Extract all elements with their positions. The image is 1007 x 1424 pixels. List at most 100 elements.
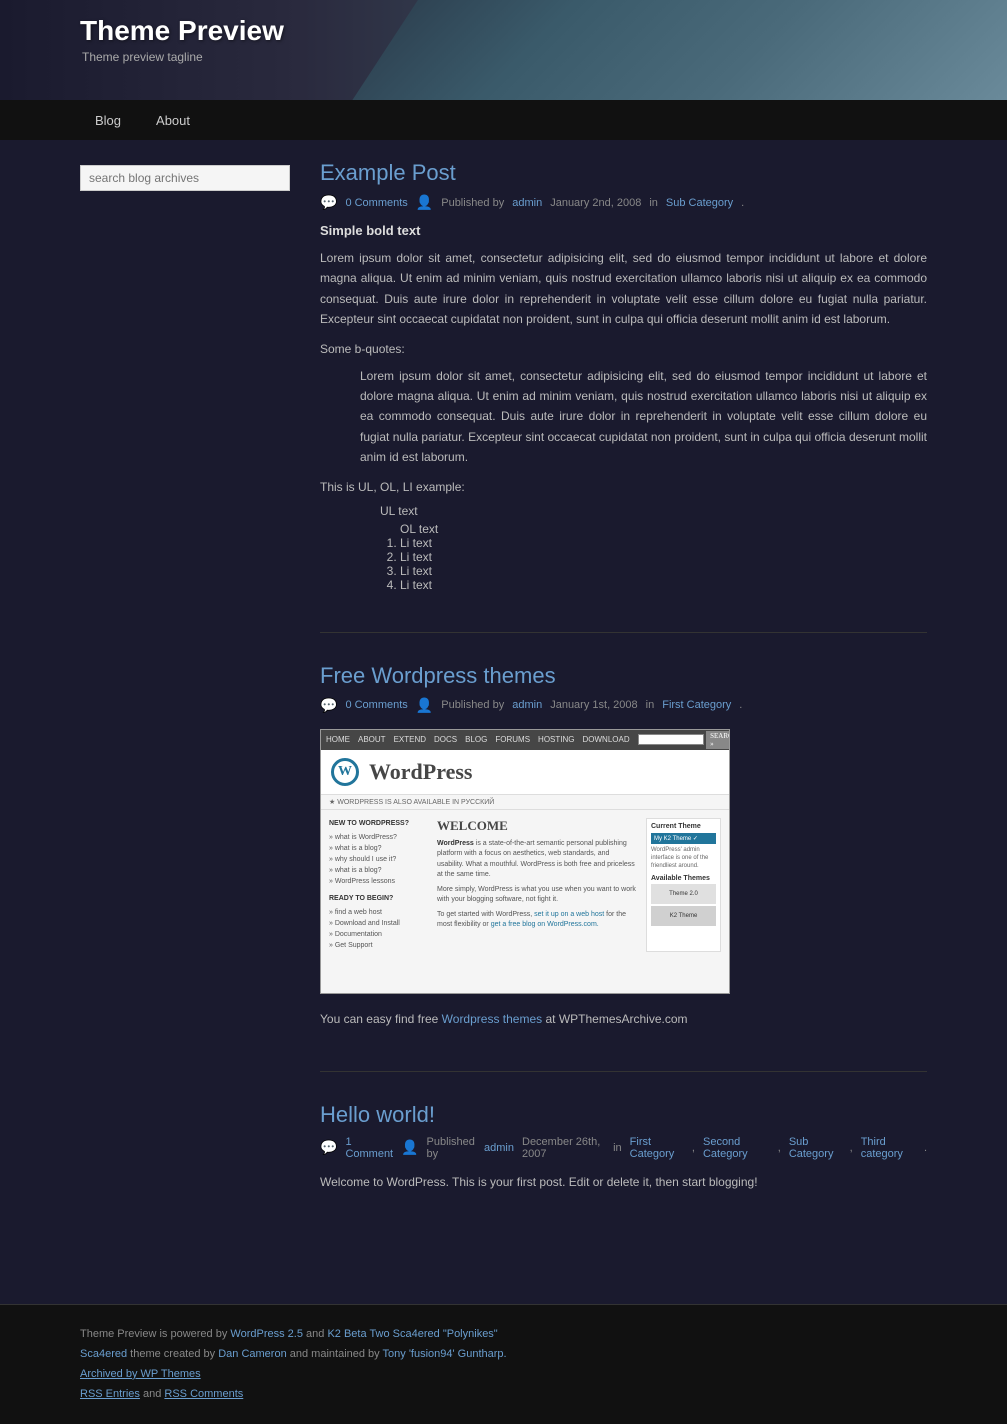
comments-link[interactable]: 0 Comments bbox=[345, 197, 407, 209]
footer-and-text: and bbox=[143, 1388, 161, 1400]
comment-icon-3: 💬 bbox=[320, 1139, 337, 1156]
wp-center-col: WELCOME WordPress is a state-of-the-art … bbox=[437, 818, 638, 952]
footer-author1-link[interactable]: Dan Cameron bbox=[218, 1348, 286, 1360]
body-prefix: You can easy find free bbox=[320, 1012, 438, 1026]
wp-notice: ★ WORDPRESS IS ALSO AVAILABLE IN РУССКИЙ bbox=[321, 795, 729, 810]
site-title: Theme Preview bbox=[80, 15, 284, 47]
wp-nav-extend: EXTEND bbox=[394, 735, 426, 744]
footer-sca4ered-link[interactable]: Sca4ered bbox=[80, 1348, 127, 1360]
category-link-3b[interactable]: Second Category bbox=[703, 1136, 770, 1160]
wp-nav-about: ABOUT bbox=[358, 735, 386, 744]
post-meta-example: 💬 0 Comments 👤 Published by admin Januar… bbox=[320, 194, 927, 211]
list-item: Li text bbox=[400, 564, 927, 578]
main-content: Example Post 💬 0 Comments 👤 Published by… bbox=[320, 160, 927, 1264]
header-background bbox=[352, 0, 1007, 100]
footer-maintained-by: and maintained by bbox=[290, 1348, 380, 1360]
footer-theme-link[interactable]: K2 Beta Two Sca4ered "Polynikes" bbox=[327, 1328, 497, 1340]
published-by-label-2: Published by bbox=[441, 699, 504, 711]
ol-text: OL text bbox=[400, 522, 927, 536]
list-label: This is UL, OL, LI example: bbox=[320, 480, 927, 494]
post-body: Lorem ipsum dolor sit amet, consectetur … bbox=[320, 248, 927, 330]
category-link-3a[interactable]: First Category bbox=[630, 1136, 684, 1160]
list-item: Li text bbox=[400, 578, 927, 592]
nav-blog[interactable]: Blog bbox=[80, 105, 136, 136]
post-date-2: January 1st, 2008 bbox=[550, 699, 637, 711]
bquote-label: Some b-quotes: bbox=[320, 342, 927, 356]
period-3: . bbox=[924, 1142, 927, 1154]
wp-nav-hosting: HOSTING bbox=[538, 735, 574, 744]
main-nav: Blog About bbox=[0, 100, 1007, 140]
post-blockquote: Lorem ipsum dolor sit amet, consectetur … bbox=[360, 366, 927, 468]
footer: Theme Preview is powered by WordPress 2.… bbox=[0, 1304, 1007, 1424]
category-link-2[interactable]: First Category bbox=[662, 699, 731, 711]
category-link[interactable]: Sub Category bbox=[666, 197, 733, 209]
category-link-3c[interactable]: Sub Category bbox=[789, 1136, 842, 1160]
list-item: Li text bbox=[400, 536, 927, 550]
footer-wp-link[interactable]: WordPress 2.5 bbox=[230, 1328, 303, 1340]
post-meta-hello: 💬 1 Comment 👤 Published by admin Decembe… bbox=[320, 1136, 927, 1160]
footer-rss-comments-link[interactable]: RSS Comments bbox=[164, 1388, 243, 1400]
period: . bbox=[741, 197, 744, 209]
footer-text: Theme Preview is powered by WordPress 2.… bbox=[80, 1325, 927, 1404]
footer-theme-by: theme created by bbox=[130, 1348, 215, 1360]
post-subtitle: Simple bold text bbox=[320, 223, 927, 238]
published-by-label: Published by bbox=[441, 197, 504, 209]
post-body-hello: Welcome to WordPress. This is your first… bbox=[320, 1172, 927, 1192]
category-link-3d[interactable]: Third category bbox=[861, 1136, 916, 1160]
author-icon-3: 👤 bbox=[401, 1139, 418, 1156]
post-date: January 2nd, 2008 bbox=[550, 197, 641, 209]
post-wordpress: Free Wordpress themes 💬 0 Comments 👤 Pub… bbox=[320, 663, 927, 1072]
site-header: Theme Preview Theme preview tagline bbox=[0, 0, 1007, 100]
wordpress-themes-link[interactable]: Wordpress themes bbox=[442, 1012, 542, 1026]
wp-nav-bar: HOME ABOUT EXTEND DOCS BLOG FORUMS HOSTI… bbox=[321, 730, 729, 750]
wp-logo-area: W WordPress bbox=[321, 750, 729, 795]
sidebar bbox=[80, 160, 300, 1264]
author-link-3[interactable]: admin bbox=[484, 1142, 514, 1154]
post-meta-wordpress: 💬 0 Comments 👤 Published by admin Januar… bbox=[320, 697, 927, 714]
post-body-wp: You can easy find free Wordpress themes … bbox=[320, 1009, 927, 1029]
li-list: Li text Li text Li text Li text bbox=[400, 536, 927, 592]
wp-nav-blog: BLOG bbox=[465, 735, 487, 744]
wp-logo-text: WordPress bbox=[369, 759, 472, 785]
list-section: UL text OL text Li text Li text Li text … bbox=[320, 504, 927, 592]
post-title-hello: Hello world! bbox=[320, 1102, 927, 1128]
author-icon: 👤 bbox=[416, 194, 433, 211]
post-title-example: Example Post bbox=[320, 160, 927, 186]
footer-author2-link[interactable]: Tony 'fusion94' Guntharp. bbox=[383, 1348, 507, 1360]
footer-powered-by: Theme Preview is powered by bbox=[80, 1328, 227, 1340]
body-suffix: at WPThemesArchive.com bbox=[545, 1012, 687, 1026]
period-2: . bbox=[739, 699, 742, 711]
post-date-3: December 26th, 2007 bbox=[522, 1136, 605, 1160]
post-hello: Hello world! 💬 1 Comment 👤 Published by … bbox=[320, 1102, 927, 1234]
in-label-3: in bbox=[613, 1142, 622, 1154]
published-by-label-3: Published by bbox=[427, 1136, 476, 1160]
nav-about[interactable]: About bbox=[141, 105, 205, 136]
author-link-2[interactable]: admin bbox=[512, 699, 542, 711]
author-link[interactable]: admin bbox=[512, 197, 542, 209]
site-tagline: Theme preview tagline bbox=[82, 50, 203, 64]
list-item: Li text bbox=[400, 550, 927, 564]
post-title-wordpress: Free Wordpress themes bbox=[320, 663, 927, 689]
footer-archived-link[interactable]: Archived by WP Themes bbox=[80, 1368, 201, 1380]
comment-icon: 💬 bbox=[320, 194, 337, 211]
comments-link-2[interactable]: 0 Comments bbox=[345, 699, 407, 711]
wp-main-split: NEW TO WORDPRESS? » what is WordPress? »… bbox=[321, 810, 729, 960]
footer-and: and bbox=[306, 1328, 324, 1340]
comments-link-3[interactable]: 1 Comment bbox=[345, 1136, 393, 1160]
wp-nav-home: HOME bbox=[326, 735, 350, 744]
in-label-2: in bbox=[646, 699, 655, 711]
wp-left-col: NEW TO WORDPRESS? » what is WordPress? »… bbox=[329, 818, 429, 952]
ul-text: UL text bbox=[380, 504, 927, 518]
in-label: in bbox=[649, 197, 658, 209]
wp-nav-download: DOWNLOAD bbox=[583, 735, 630, 744]
footer-rss-entries-link[interactable]: RSS Entries bbox=[80, 1388, 140, 1400]
author-icon-2: 👤 bbox=[416, 697, 433, 714]
wp-nav-forums: FORUMS bbox=[495, 735, 530, 744]
comment-icon-2: 💬 bbox=[320, 697, 337, 714]
wp-logo-circle: W bbox=[331, 758, 359, 786]
search-input[interactable] bbox=[80, 165, 290, 191]
wp-nav-docs: DOCS bbox=[434, 735, 457, 744]
wp-screenshot: HOME ABOUT EXTEND DOCS BLOG FORUMS HOSTI… bbox=[320, 729, 730, 994]
wp-screenshot-inner: HOME ABOUT EXTEND DOCS BLOG FORUMS HOSTI… bbox=[321, 730, 729, 993]
wp-themes-sidebar: Current Theme My K2 Theme ✓ WordPress' a… bbox=[646, 818, 721, 952]
